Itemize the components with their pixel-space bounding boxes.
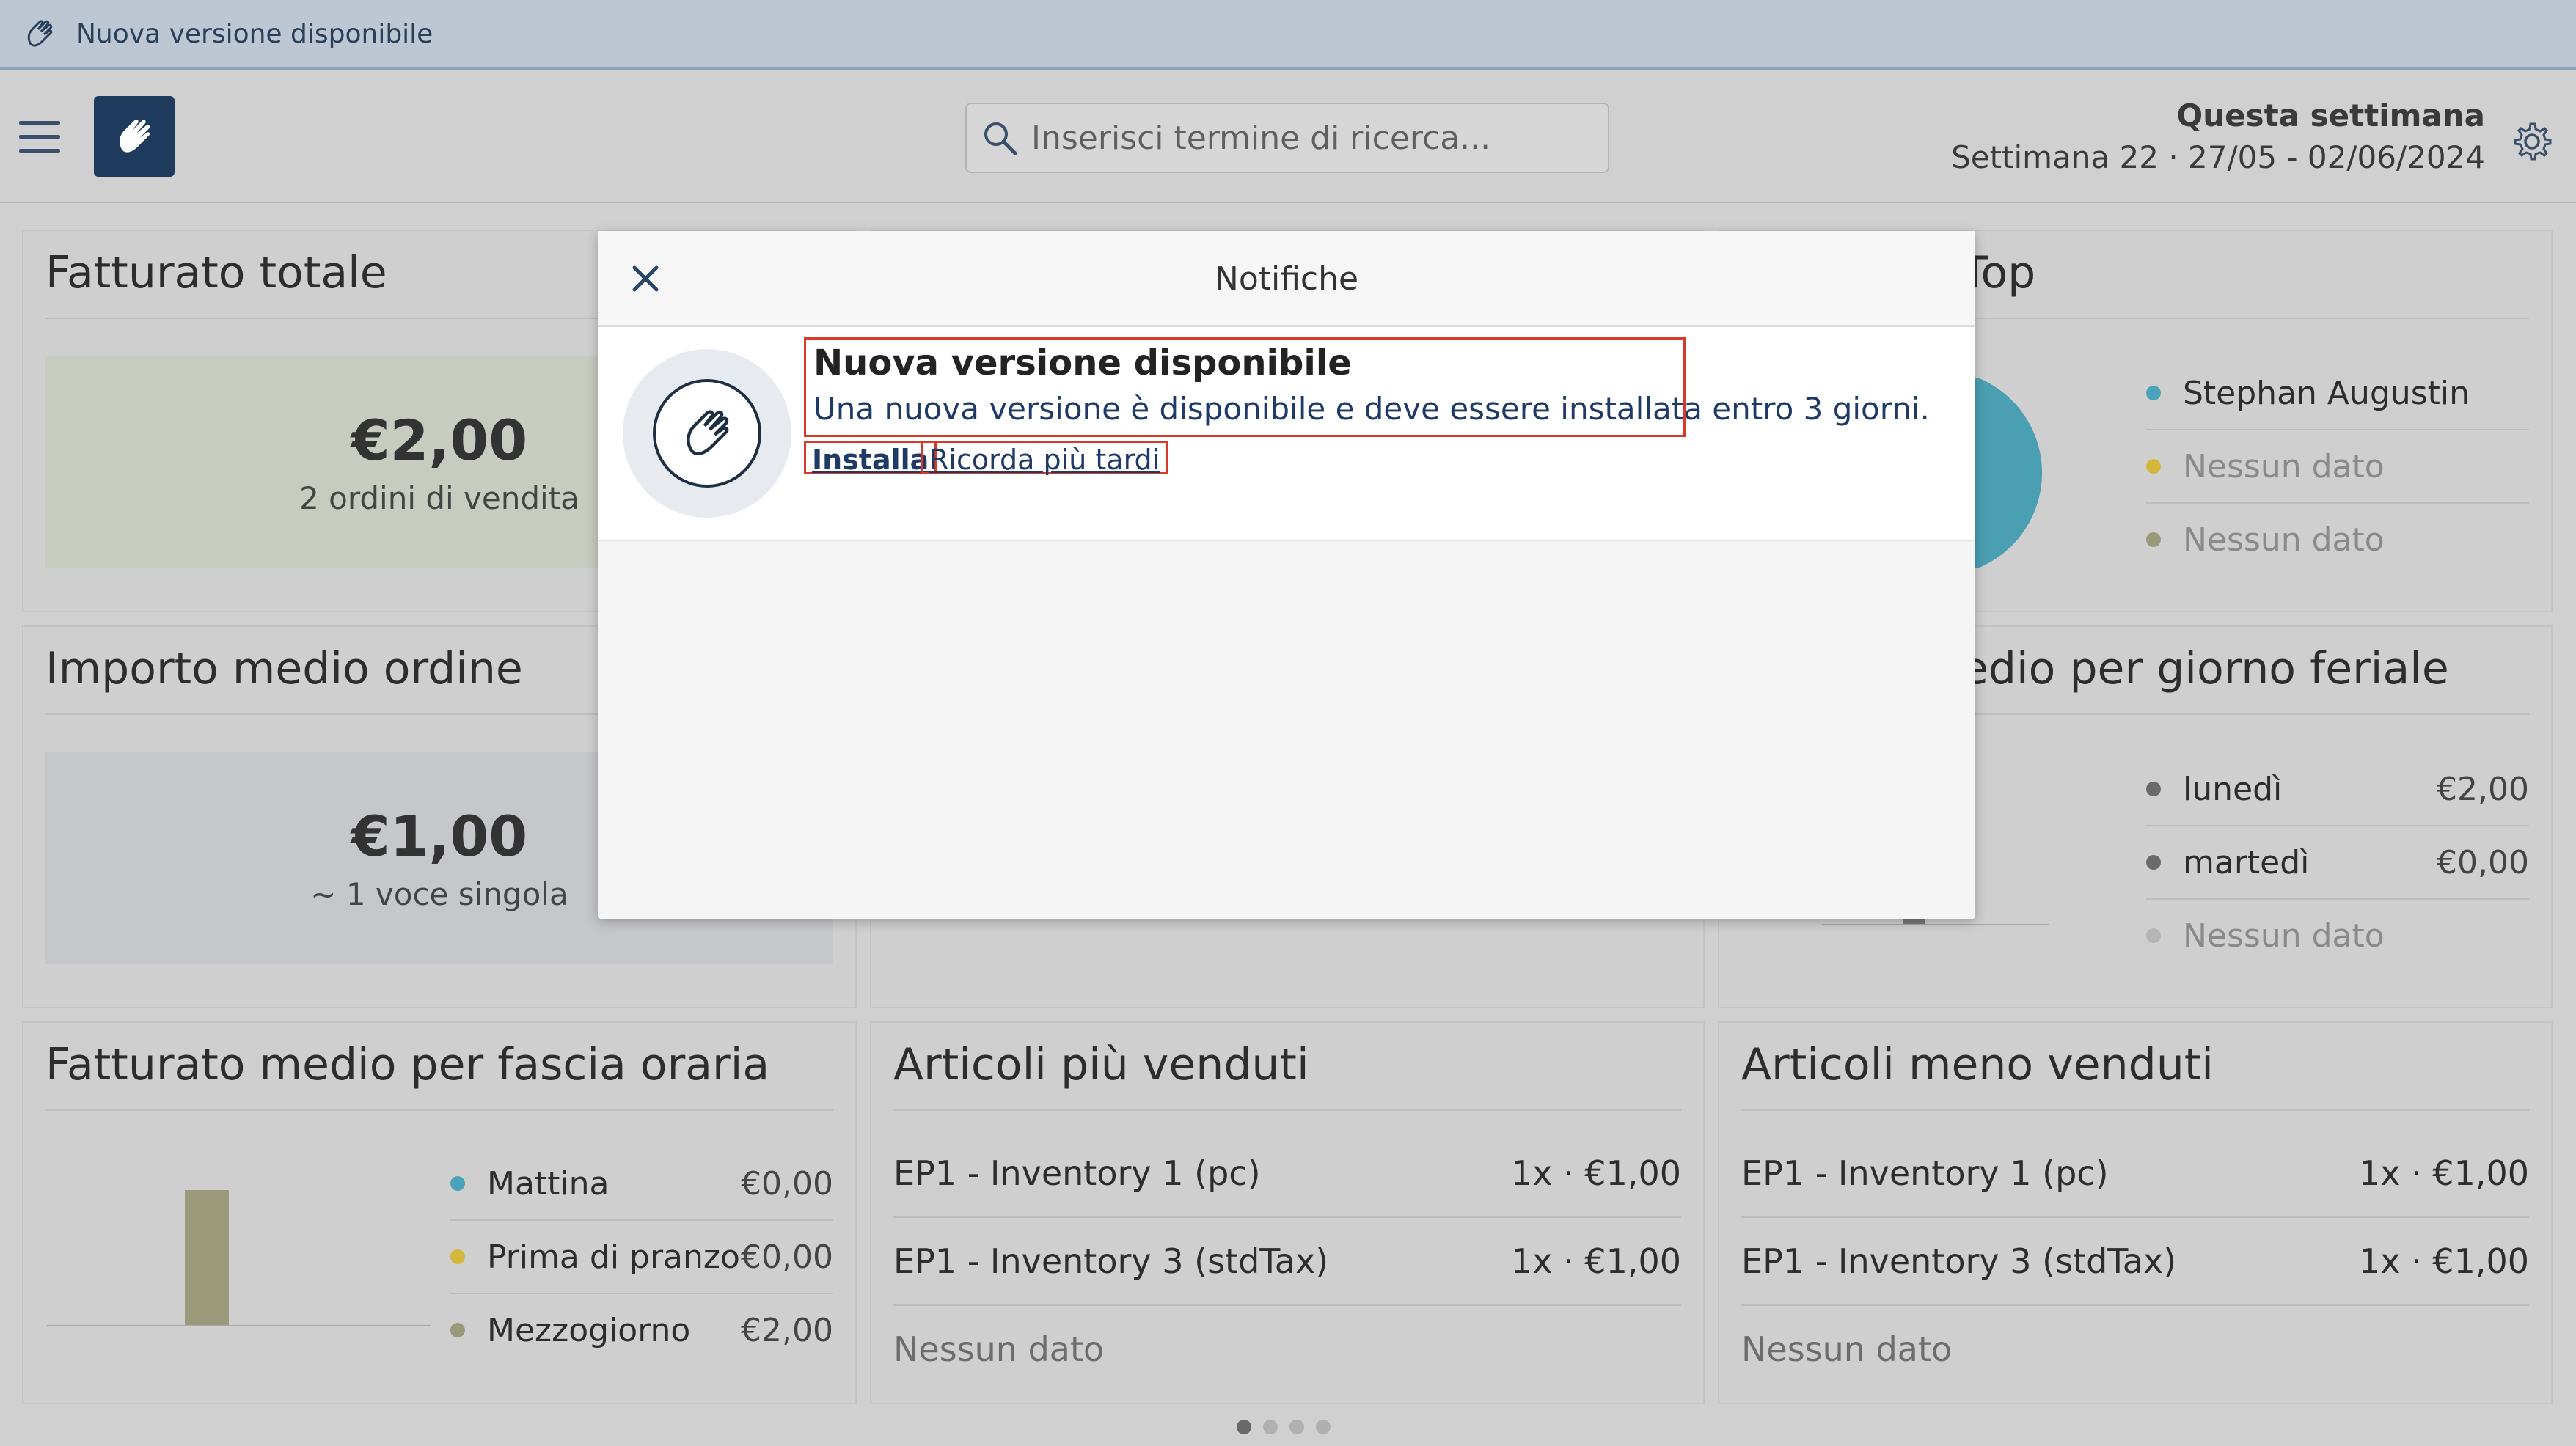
kpi-value: €1,00 — [351, 804, 528, 869]
legend-dot — [450, 1176, 465, 1191]
dialog-title: Notifiche — [1214, 260, 1359, 298]
card-title: edio per giorno feriale — [1961, 643, 2449, 694]
legend-dot — [2146, 782, 2161, 796]
kpi-subtitle: ~ 1 voce singola — [310, 876, 568, 912]
list-item[interactable]: EP1 - Inventory 1 (pc) 1x · €1,00 — [893, 1130, 1681, 1218]
card-title: Articoli meno venduti — [1741, 1039, 2214, 1090]
item-name: Nessun dato — [1741, 1329, 1953, 1369]
kpi-value: €2,00 — [351, 408, 528, 473]
best-sellers-card[interactable]: Articoli più venduti EP1 - Inventory 1 (… — [870, 1021, 1705, 1404]
legend-label: Prima di pranzo — [487, 1238, 740, 1276]
legend-dot — [2146, 386, 2161, 400]
legend-dot — [450, 1249, 465, 1264]
legend-item: lunedì €2,00 — [2146, 753, 2529, 826]
legend-value: €2,00 — [2437, 770, 2529, 808]
legend-item: Nessun dato — [2146, 900, 2529, 972]
page-dot[interactable] — [1289, 1420, 1304, 1434]
notification-avatar — [623, 349, 791, 518]
item-name: EP1 - Inventory 1 (pc) — [893, 1153, 1261, 1193]
item-value: 1x · €1,00 — [1510, 1153, 1681, 1193]
card-title: Fatturato totale — [45, 247, 387, 298]
legend-label: Nessun dato — [2183, 447, 2385, 485]
search-bar[interactable] — [965, 103, 1609, 173]
notification-title: Nuova versione disponibile — [813, 342, 1352, 383]
list-item[interactable]: EP1 - Inventory 1 (pc) 1x · €1,00 — [1741, 1130, 2529, 1218]
list-item: Nessun dato — [1741, 1306, 2529, 1392]
legend-label: Mezzogiorno — [487, 1311, 691, 1349]
item-name: EP1 - Inventory 3 (stdTax) — [1741, 1241, 2177, 1281]
hand-icon — [27, 20, 53, 47]
week-title: Questa settimana — [2176, 98, 2485, 133]
banner-text: Nuova versione disponibile — [76, 18, 433, 49]
legend-label: lunedì — [2183, 770, 2283, 808]
notification-item: Nuova versione disponibile Una nuova ver… — [598, 327, 1975, 541]
item-value: 1x · €1,00 — [2358, 1153, 2529, 1193]
weekday-bar-chart — [1822, 917, 2049, 925]
hourly-bar-chart — [47, 1190, 431, 1326]
legend-item: Nessun dato — [2146, 504, 2529, 576]
card-title: Articoli più venduti — [893, 1039, 1309, 1090]
page-dot[interactable] — [1316, 1420, 1331, 1434]
item-name: EP1 - Inventory 1 (pc) — [1741, 1153, 2109, 1193]
legend-value: €0,00 — [741, 1238, 833, 1276]
notifications-dialog: Notifiche Nuova versione disponibile Una… — [598, 231, 1975, 919]
notification-content: Nuova versione disponibile Una nuova ver… — [804, 337, 1930, 437]
app-header: Questa settimana Settimana 22 · 27/05 - … — [0, 70, 2576, 203]
gear-icon[interactable] — [2510, 120, 2554, 164]
page-dot[interactable] — [1237, 1420, 1251, 1434]
list-item[interactable]: EP1 - Inventory 3 (stdTax) 1x · €1,00 — [893, 1218, 1681, 1306]
legend-item: martedì €0,00 — [2146, 826, 2529, 900]
legend-item: Mezzogiorno €2,00 — [450, 1294, 833, 1366]
week-range: Settimana 22 · 27/05 - 02/06/2024 — [1951, 139, 2485, 175]
item-name: Nessun dato — [893, 1329, 1105, 1369]
update-banner[interactable]: Nuova versione disponibile — [0, 0, 2576, 70]
legend-dot — [450, 1323, 465, 1337]
app-logo — [94, 96, 175, 177]
legend-dot — [2146, 928, 2161, 943]
card-title: Importo medio ordine — [45, 643, 523, 694]
search-input[interactable] — [1030, 118, 1590, 158]
legend-item: Mattina €0,00 — [450, 1148, 833, 1221]
page-dot[interactable] — [1263, 1420, 1278, 1434]
remind-later-button[interactable]: Ricorda più tardi — [921, 441, 1168, 476]
worst-sellers-card[interactable]: Articoli meno venduti EP1 - Inventory 1 … — [1718, 1021, 2553, 1404]
page-indicator[interactable] — [1237, 1420, 1342, 1434]
legend-label: Nessun dato — [2183, 917, 2385, 955]
bar-mezzogiorno — [185, 1190, 229, 1325]
search-icon — [984, 122, 1017, 155]
legend-value: €0,00 — [741, 1164, 833, 1203]
legend-dot — [2146, 532, 2161, 547]
legend-label: Mattina — [487, 1164, 610, 1203]
card-title: Fatturato medio per fascia oraria — [45, 1039, 770, 1090]
legend-value: €2,00 — [741, 1311, 833, 1349]
legend-dot — [2146, 855, 2161, 870]
notification-text: Una nuova versione è disponibile e deve … — [813, 391, 1930, 427]
legend-label: Nessun dato — [2183, 521, 2385, 559]
list-item[interactable]: EP1 - Inventory 3 (stdTax) 1x · €1,00 — [1741, 1218, 2529, 1306]
item-value: 1x · €1,00 — [2358, 1241, 2529, 1281]
list-item: Nessun dato — [893, 1306, 1681, 1392]
legend-label: Stephan Augustin — [2183, 374, 2470, 412]
legend-value: €0,00 — [2437, 843, 2529, 881]
hand-icon — [687, 410, 729, 455]
legend-label: martedì — [2183, 843, 2310, 881]
week-selector[interactable]: Questa settimana Settimana 22 · 27/05 - … — [1951, 98, 2485, 175]
hourly-revenue-card[interactable]: Fatturato medio per fascia oraria Mattin… — [22, 1021, 857, 1404]
kpi-subtitle: 2 ordini di vendita — [299, 480, 579, 516]
legend-item: Nessun dato — [2146, 430, 2529, 504]
legend-item: Stephan Augustin — [2146, 357, 2529, 430]
install-button[interactable]: Installa — [804, 441, 937, 476]
legend-item: Prima di pranzo €0,00 — [450, 1221, 833, 1294]
item-value: 1x · €1,00 — [1510, 1241, 1681, 1281]
hand-logo-icon — [120, 120, 150, 153]
legend-dot — [2146, 459, 2161, 474]
dialog-header: Notifiche — [598, 231, 1975, 327]
hamburger-menu-icon[interactable] — [19, 121, 60, 153]
item-name: EP1 - Inventory 3 (stdTax) — [893, 1241, 1329, 1281]
